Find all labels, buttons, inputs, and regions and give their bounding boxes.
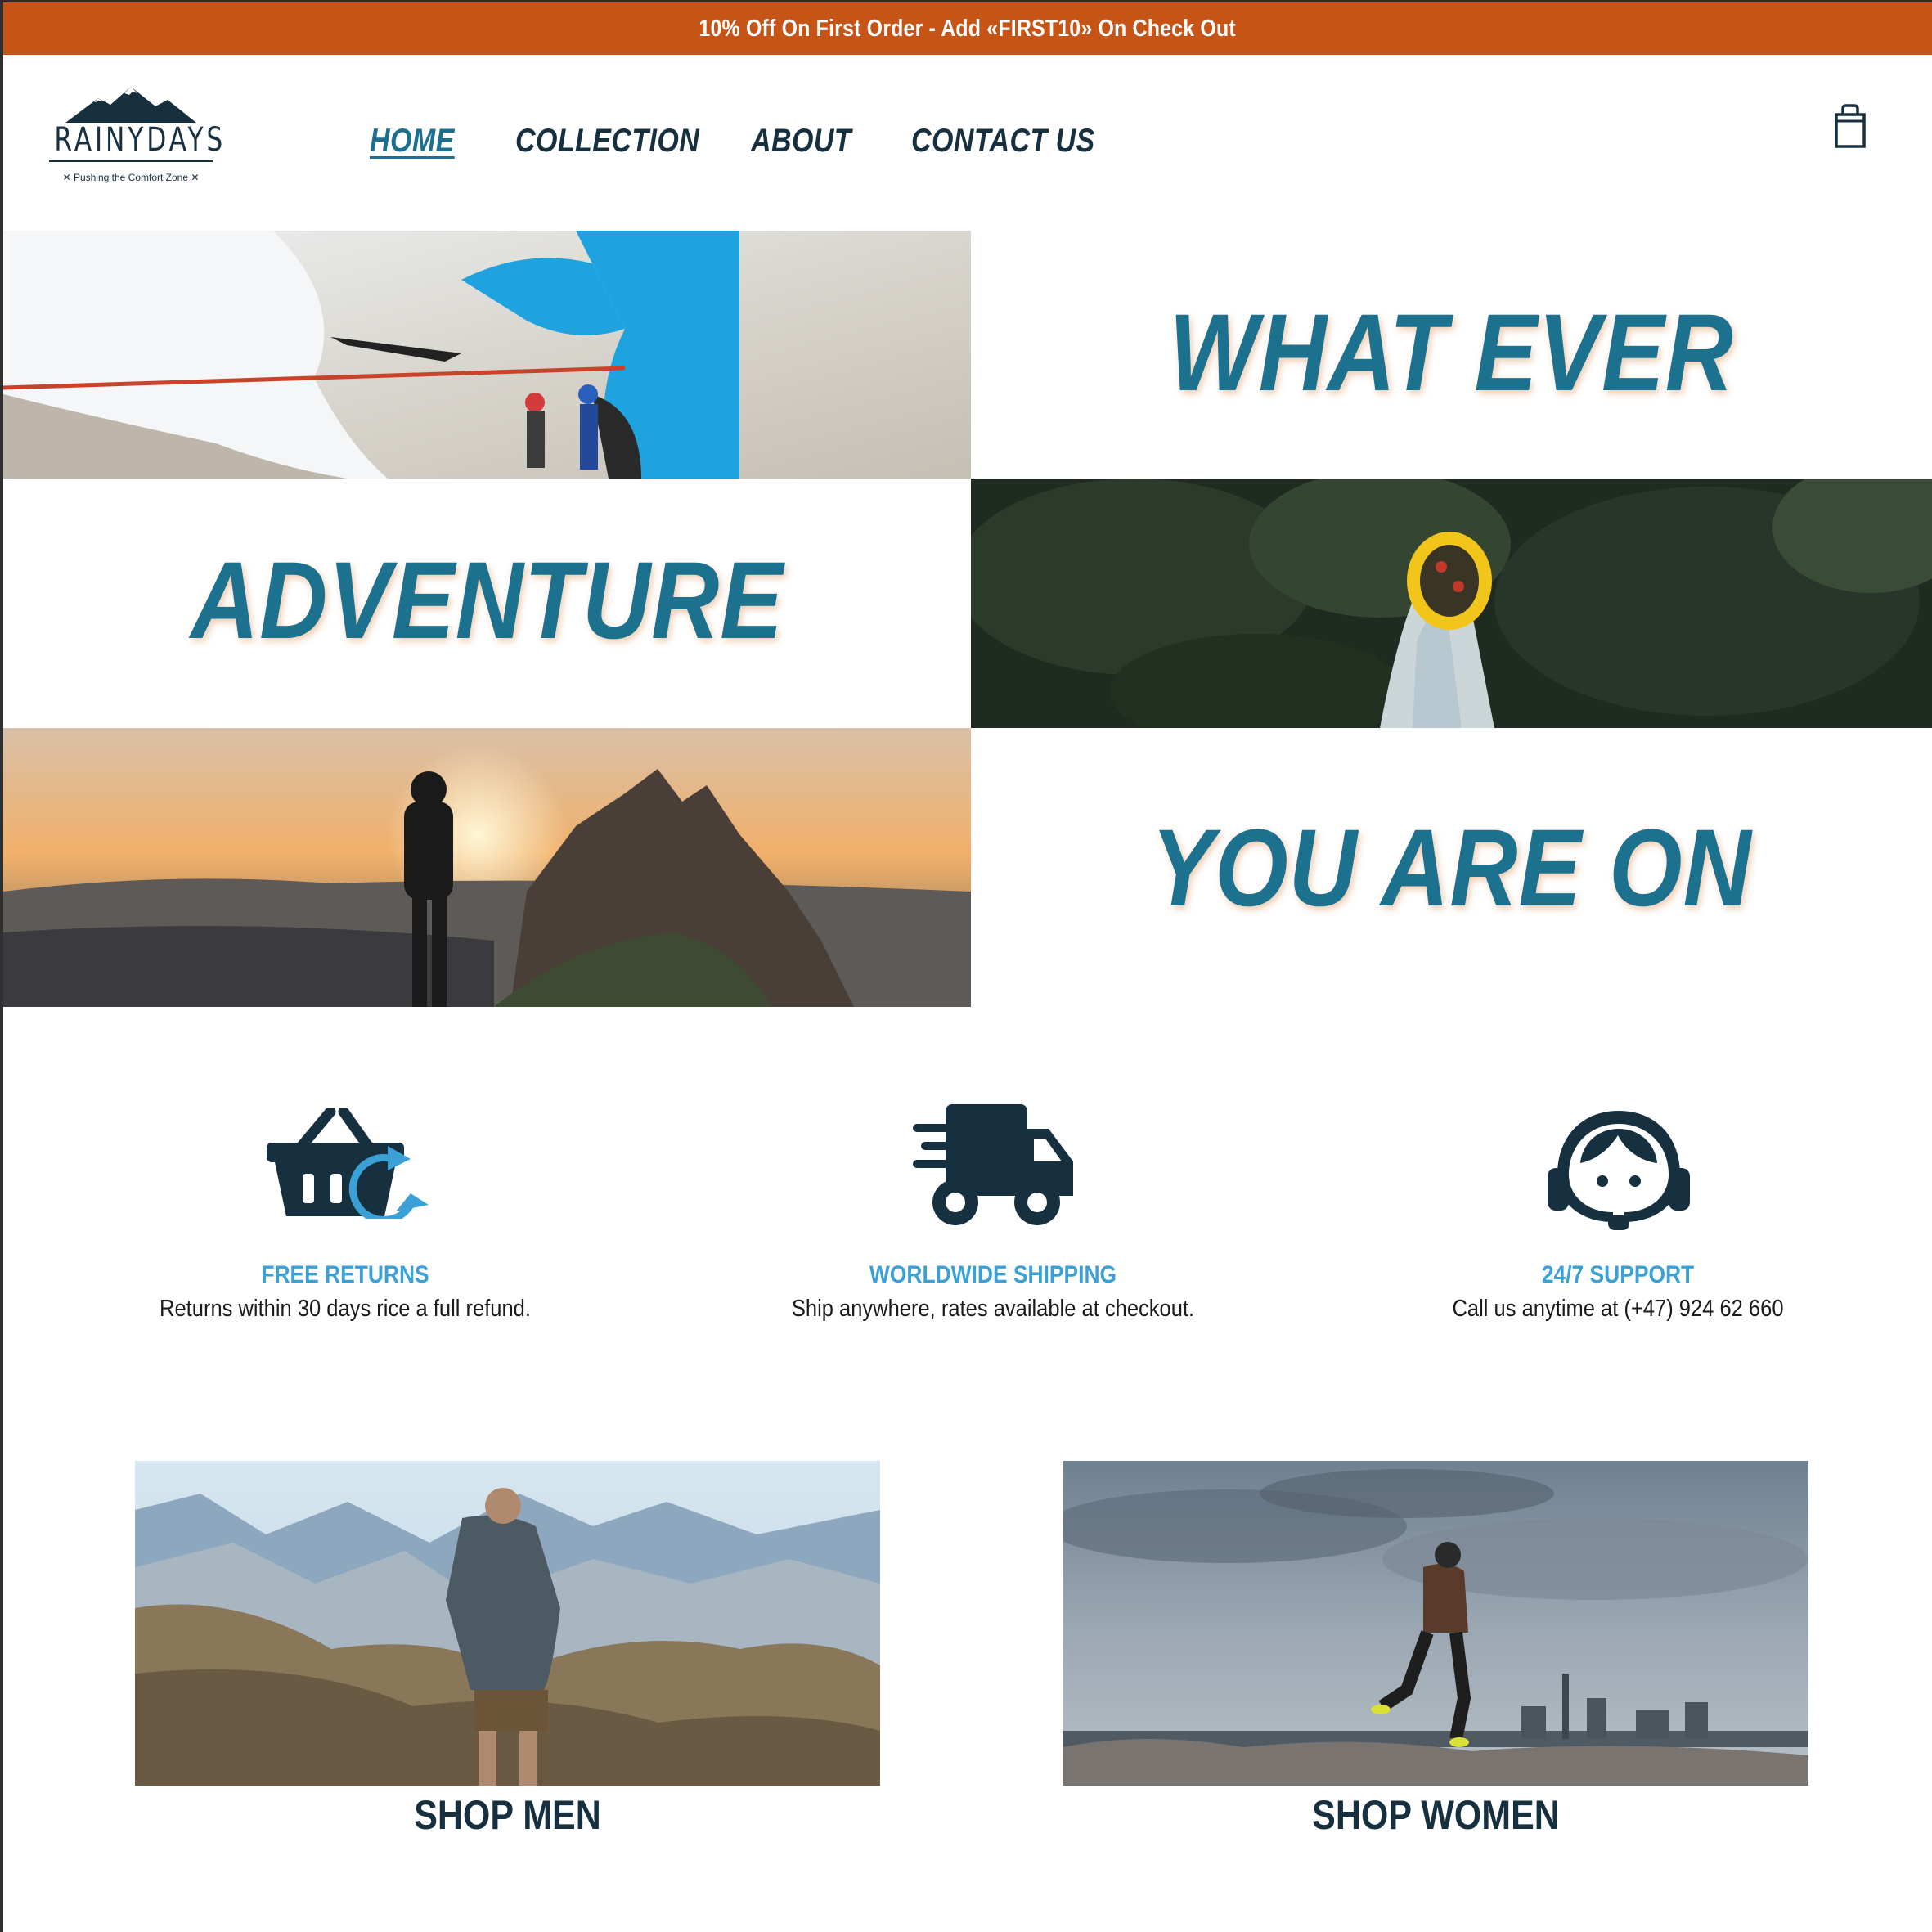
feature-text: Ship anywhere, rates available at checko…: [791, 1296, 1195, 1322]
site-logo[interactable]: RAINYDAYS ✕ Pushing the Comfort Zone ✕: [33, 82, 229, 188]
feature-text: Call us anytime at (+47) 924 62 660: [1452, 1296, 1784, 1322]
hero-line-what-ever: WHAT EVER: [1169, 292, 1734, 414]
feature-worldwide-shipping: WORLDWIDE SHIPPING Ship anywhere, rates …: [748, 1261, 1238, 1323]
hero-line-you-are-on: YOU ARE ON: [1151, 807, 1752, 929]
feature-text: Returns within 30 days rice a full refun…: [160, 1296, 531, 1322]
logo-tagline: ✕ Pushing the Comfort Zone ✕: [62, 172, 200, 183]
shop-men-link[interactable]: SHOP MEN: [187, 1791, 828, 1839]
delivery-truck-icon: [913, 1104, 1073, 1225]
logo-wordmark: RAINYDAYS: [54, 121, 227, 159]
nav-home[interactable]: HOME: [370, 123, 455, 160]
window-edge: [0, 0, 3, 1932]
hero-line-adventure: ADVENTURE: [191, 540, 784, 662]
nav-collection[interactable]: COLLECTION: [515, 123, 699, 160]
river-rafting-image: [971, 479, 1932, 728]
shop-men-image[interactable]: [135, 1461, 880, 1786]
nav-about[interactable]: ABOUT: [751, 123, 851, 160]
logo-divider: [49, 160, 213, 162]
promo-text: 10% Off On First Order - Add «FIRST10» O…: [699, 15, 1237, 42]
shopping-bag-icon: [1835, 104, 1866, 148]
cart-button[interactable]: [1834, 103, 1867, 149]
feature-title: WORLDWIDE SHIPPING: [869, 1261, 1117, 1288]
feature-title: FREE RETURNS: [261, 1261, 429, 1288]
shop-women-link[interactable]: SHOP WOMEN: [1116, 1791, 1756, 1839]
feature-24-7-support: 24/7 SUPPORT Call us anytime at (+47) 92…: [1373, 1261, 1863, 1323]
mountain-sunrise-image: [3, 728, 971, 1007]
basket-return-icon: [267, 1108, 429, 1219]
headset-support-icon: [1548, 1111, 1690, 1230]
promo-banner: 10% Off On First Order - Add «FIRST10» O…: [3, 0, 1932, 55]
feature-title: 24/7 SUPPORT: [1541, 1261, 1695, 1288]
shop-women-image[interactable]: [1063, 1461, 1808, 1786]
feature-free-returns: FREE RETURNS Returns within 30 days rice…: [100, 1261, 591, 1323]
nav-contact-us[interactable]: CONTACT US: [911, 123, 1095, 160]
ice-climbing-image: [3, 231, 971, 479]
